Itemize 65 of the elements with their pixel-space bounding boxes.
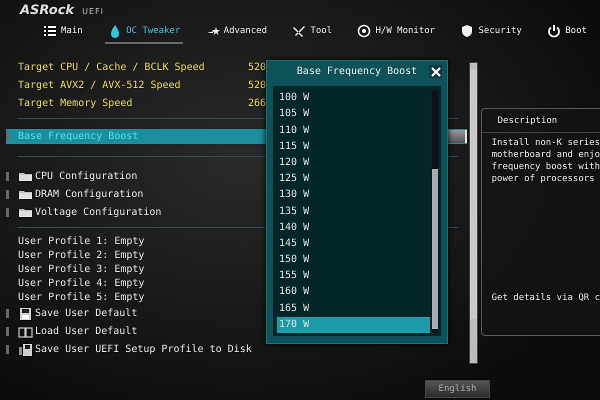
setting-label: Target AVX2 / AVX-512 Speed (18, 80, 181, 90)
row-marker (6, 327, 9, 336)
row-marker (6, 345, 9, 354)
floppy-icon (18, 306, 33, 321)
setting-label: User Profile 2: Empty (18, 250, 144, 261)
setting-label[interactable]: CPU Configuration (35, 170, 138, 182)
option-item[interactable]: 130 W (277, 187, 430, 204)
menu-tab[interactable]: Main (40, 22, 86, 44)
setting-value: 266 (248, 98, 266, 108)
description-line: power of processors (492, 173, 596, 185)
setting-label: User Profile 4: Empty (18, 278, 144, 290)
setting-value: 520 (248, 80, 266, 90)
floppy-icon (18, 342, 33, 357)
uefi-label: UEFI (82, 7, 104, 16)
scrollbar[interactable] (468, 62, 478, 364)
setting-value: 520 (248, 62, 266, 72)
menu-tab[interactable]: OC Tweaker (105, 22, 184, 44)
option-item[interactable]: 140 W (277, 220, 430, 236)
option-item[interactable]: 100 W (277, 90, 430, 106)
setting-label[interactable]: DRAM Configuration (35, 188, 144, 200)
row-marker (6, 132, 9, 141)
option-item[interactable]: 150 W (277, 252, 430, 268)
description-line: Install non-K series (492, 137, 600, 149)
row-marker (6, 309, 9, 318)
description-footer: Get details via QR c (482, 293, 600, 335)
option-item[interactable]: 135 W (277, 204, 430, 220)
setting-label[interactable]: Voltage Configuration (35, 206, 162, 218)
description-title: Description (482, 109, 600, 133)
menu-tab[interactable]: Boot (544, 22, 590, 44)
setting-label: User Profile 5: Empty (18, 292, 144, 304)
row-marker (6, 172, 9, 180)
close-icon (430, 66, 440, 76)
setting-label: Target CPU / Cache / BCLK Speed (18, 62, 205, 72)
menu-tab[interactable]: Advanced (202, 22, 270, 44)
setting-label: User Profile 1: Empty (18, 236, 144, 247)
dialog-scrollbar[interactable] (432, 90, 438, 333)
menu-tab[interactable]: H/W Monitor (354, 22, 438, 44)
book-icon (18, 324, 33, 339)
power-icon (547, 24, 562, 38)
language-button[interactable]: English (425, 380, 490, 398)
option-item[interactable]: 155 W (277, 268, 430, 284)
option-item[interactable]: 120 W (277, 154, 430, 172)
setting-label: User Profile 3: Empty (18, 264, 144, 275)
dialog-scrollbar-thumb[interactable] (432, 169, 438, 329)
setting-label[interactable]: Save User UEFI Setup Profile to Disk (35, 344, 252, 356)
option-item[interactable]: 105 W (277, 106, 430, 123)
description-line: motherboard and enjo (492, 149, 600, 161)
setting-label[interactable]: Save User Default (35, 308, 138, 320)
option-item[interactable]: 145 W (277, 236, 430, 252)
option-item[interactable]: 125 W (277, 171, 430, 188)
shield-icon (460, 24, 474, 38)
close-button[interactable] (429, 65, 442, 78)
dialog-title: Base Frequency Boost (296, 66, 418, 78)
setting-label: Target Memory Speed (18, 98, 132, 108)
menu-tab[interactable]: Tool (289, 22, 336, 44)
menu-tab[interactable]: Security (457, 22, 525, 44)
scrollbar-thumb[interactable] (470, 69, 477, 319)
row-marker (6, 190, 9, 198)
option-item[interactable]: 160 W (277, 284, 430, 301)
setting-label[interactable]: Load User Default (35, 326, 138, 338)
option-item[interactable]: 165 W (277, 300, 430, 317)
row-marker (6, 208, 9, 216)
brand-logo: ASRock (20, 3, 74, 18)
list-icon (43, 24, 57, 38)
description-line: frequency boost with (492, 161, 600, 173)
